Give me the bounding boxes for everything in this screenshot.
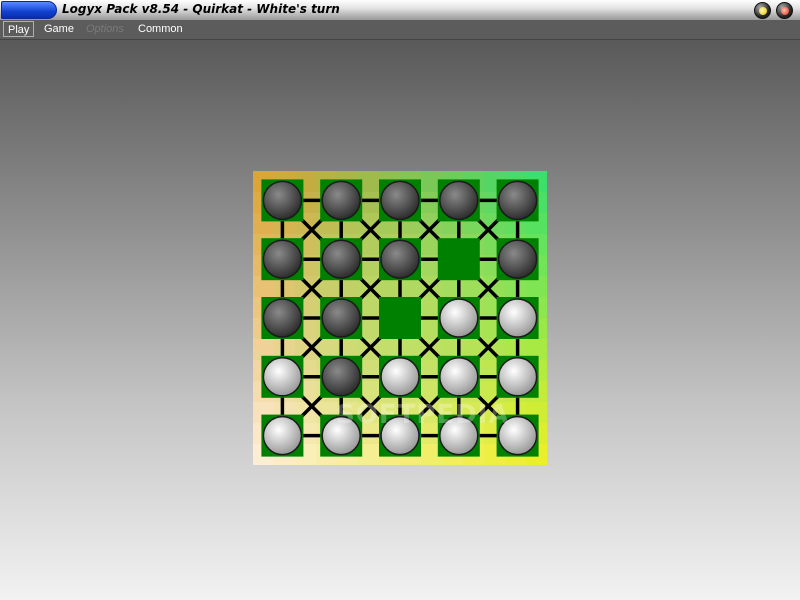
game-area: SOFTPEDIA <box>0 40 800 600</box>
window-title: Logyx Pack v8.54 - Quirkat - White's tur… <box>62 2 340 16</box>
system-menu-button[interactable] <box>1 1 57 19</box>
white-piece[interactable] <box>262 357 303 397</box>
white-piece[interactable] <box>439 357 479 397</box>
board-square[interactable] <box>437 238 480 281</box>
white-piece[interactable] <box>380 357 420 397</box>
board-square[interactable] <box>379 297 421 339</box>
black-piece[interactable] <box>439 180 479 221</box>
white-piece[interactable] <box>497 357 538 397</box>
black-piece[interactable] <box>380 239 420 279</box>
black-piece[interactable] <box>321 239 361 279</box>
menu-game[interactable]: Game <box>40 21 78 37</box>
watermark: SOFTPEDIA <box>336 400 510 430</box>
menu-bar: Play Game Options Common <box>0 20 800 40</box>
menu-common[interactable]: Common <box>134 21 187 37</box>
menu-options: Options <box>86 23 124 35</box>
black-piece[interactable] <box>262 180 303 221</box>
white-piece[interactable] <box>497 298 538 338</box>
black-piece[interactable] <box>262 298 303 338</box>
white-piece[interactable] <box>262 415 303 456</box>
black-piece[interactable] <box>497 180 538 221</box>
minimize-icon[interactable] <box>754 2 771 19</box>
black-piece[interactable] <box>321 298 361 338</box>
menu-play[interactable]: Play <box>3 21 35 37</box>
black-piece[interactable] <box>321 357 361 397</box>
black-piece[interactable] <box>497 239 538 279</box>
close-icon[interactable] <box>776 2 793 19</box>
white-piece[interactable] <box>439 298 479 338</box>
black-piece[interactable] <box>380 180 420 221</box>
black-piece[interactable] <box>321 180 361 221</box>
app-window: Logyx Pack v8.54 - Quirkat - White's tur… <box>0 0 800 600</box>
title-bar[interactable]: Logyx Pack v8.54 - Quirkat - White's tur… <box>0 0 800 21</box>
black-piece[interactable] <box>262 239 303 279</box>
